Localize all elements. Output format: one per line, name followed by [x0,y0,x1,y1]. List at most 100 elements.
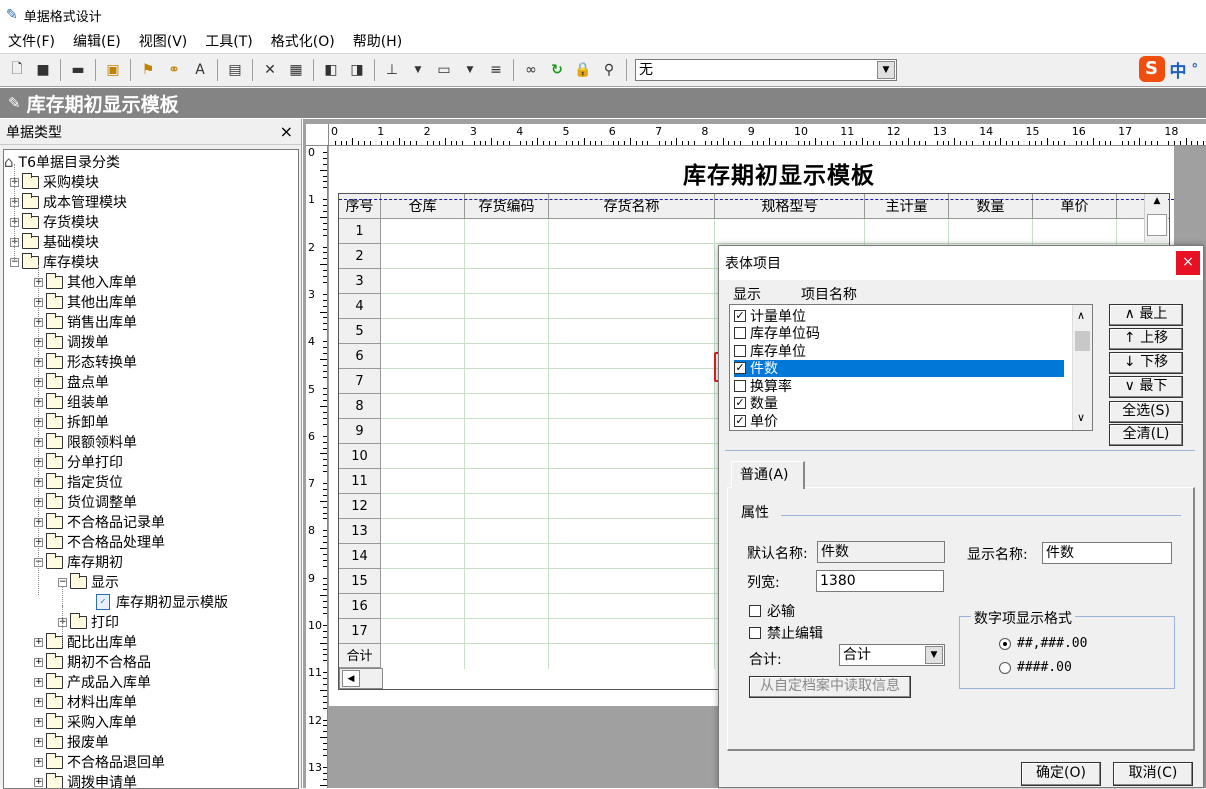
checkbox-box[interactable] [734,327,746,339]
no-edit-checkbox[interactable]: 禁止编辑 [749,623,823,643]
dropdown-icon[interactable]: ▼ [407,59,429,81]
save-icon[interactable]: ■ [32,59,54,81]
menu-format[interactable]: 格式化(O) [271,31,335,51]
radio-button[interactable] [999,661,1011,674]
move-top-button[interactable]: ∧ 最上 [1109,304,1183,326]
checkbox-box[interactable]: ✓ [734,414,746,427]
column-header[interactable]: 存货名称 [549,194,715,219]
checkbox-box[interactable]: ✓ [734,397,746,409]
chevron-down-icon[interactable]: ▼ [877,61,895,79]
dropdown2-icon[interactable]: ▼ [459,59,481,81]
sum-select[interactable]: 合计 ▼ [839,644,945,666]
align-center-icon[interactable]: ≡ [485,59,507,81]
tree-node[interactable]: + 其他入库单 [34,272,137,292]
read-from-archive-button[interactable]: 从自定档案中读取信息 [749,676,911,698]
ime-indicator[interactable]: S 中 ° [1138,56,1198,82]
tree-node[interactable]: + 存货模块 [10,212,99,232]
ok-button[interactable]: 确定(O) [1021,762,1101,786]
list-item[interactable]: 库存单位 [734,342,1064,360]
list-scrollbar[interactable]: ∧ ∨ [1072,305,1092,430]
clear-all-button[interactable]: 全清(L) [1109,424,1183,446]
column-header[interactable]: 数量 [949,194,1033,219]
lock-icon[interactable]: 🔒 [572,59,594,81]
expand-icon[interactable]: + [34,657,43,667]
font-icon[interactable]: A [189,59,211,81]
tree-node[interactable]: + 形态转换单 [34,352,137,372]
expand-icon[interactable]: + [34,777,43,787]
tree-node[interactable]: + 销售出库单 [34,312,137,332]
close-icon[interactable]: × [1176,251,1200,275]
tree-node[interactable]: + 调拨申请单 [34,772,137,788]
expand-icon[interactable]: + [34,737,43,747]
scroll-left-icon[interactable]: ◀ [342,670,360,687]
glasses-icon[interactable]: ∞ [520,59,542,81]
menu-edit[interactable]: 编辑(E) [73,31,121,51]
checkbox-box[interactable] [749,627,761,639]
align-bottom-icon[interactable]: ⊥ [381,59,403,81]
menu-tools[interactable]: 工具(T) [205,31,252,51]
copy-format-icon[interactable]: ▣ [102,59,124,81]
refresh-icon[interactable]: ↻ [546,59,568,81]
required-checkbox[interactable]: 必输 [749,601,795,621]
tree-node[interactable]: + 不合格品记录单 [34,512,165,532]
expand-icon[interactable]: + [34,677,43,687]
move-up-button[interactable]: ↑ 上移 [1109,328,1183,350]
width-field[interactable]: 1380 [816,570,944,592]
column-header[interactable]: 规格型号 [715,194,865,219]
column-header[interactable]: 仓库 [381,194,465,219]
list-item[interactable]: ✓ 计量单位 [734,307,1064,325]
tree-node[interactable]: + 限额领料单 [34,432,137,452]
radio-button[interactable] [999,637,1011,650]
checkbox-box[interactable]: ✓ [734,309,746,322]
grid-hscroll[interactable]: ◀ [339,668,383,689]
style-combo[interactable]: 无 ▼ [635,59,897,81]
column-header[interactable]: 单价 [1033,194,1117,219]
format-option-2[interactable]: ####.00 [999,660,1072,675]
tree-node[interactable]: + 报废单 [34,732,109,752]
scroll-up-icon[interactable]: ▲ [1148,196,1166,212]
expand-icon[interactable]: + [34,637,43,647]
tree-node[interactable]: + 不合格品处理单 [34,532,165,552]
close-icon[interactable]: × [280,122,293,141]
tree-node[interactable]: + 指定货位 [34,472,123,492]
send-back-icon[interactable]: ◨ [346,59,368,81]
tree-node[interactable]: + 材料出库单 [34,692,137,712]
scroll-up-icon[interactable]: ∧ [1077,309,1085,322]
comment-icon[interactable]: ▬ [67,59,89,81]
new-icon[interactable]: 🗋 [6,59,28,81]
tree-node[interactable]: + 调拨单 [34,332,109,352]
select-all-button[interactable]: 全选(S) [1109,401,1183,423]
list-item[interactable]: ✓ 数量 [734,395,1064,412]
menu-help[interactable]: 帮助(H) [353,31,402,51]
link-icon[interactable]: ⚭ [163,59,185,81]
tree-node[interactable]: + 期初不合格品 [34,652,151,672]
delete-icon[interactable]: ✕ [259,59,281,81]
scroll-thumb[interactable] [1147,214,1167,236]
tree-node[interactable]: + 盘点单 [34,372,109,392]
display-name-field[interactable]: 件数 [1042,542,1172,564]
tree-node[interactable]: + 组装单 [34,392,109,412]
tree-node[interactable]: + 采购入库单 [34,712,137,732]
column-header[interactable]: 主计量 [865,194,949,219]
tree-node[interactable]: + 不合格品退回单 [34,752,165,772]
scroll-down-icon[interactable]: ∨ [1077,411,1085,424]
table-icon[interactable]: ▦ [285,59,307,81]
tree-node[interactable]: + 其他出库单 [34,292,137,312]
expand-icon[interactable]: + [34,757,43,767]
menu-view[interactable]: 视图(V) [139,31,188,51]
tree-node[interactable]: + 产成品入库单 [34,672,151,692]
checkbox-box[interactable] [749,605,761,617]
list-item[interactable]: ✓ 件数 [734,359,1064,377]
checkbox-box[interactable]: ✓ [734,362,746,374]
checkbox-box[interactable] [734,344,746,357]
tree-node[interactable]: + 拆卸单 [34,412,109,432]
items-list[interactable]: ✓ 计量单位 库存单位码 库存单位 ✓ 件数 换算率 ✓ 数量 ✓ 单价 ∧ ∨ [729,304,1093,431]
bring-front-icon[interactable]: ◧ [320,59,342,81]
tree-node[interactable]: − 显示 [58,572,119,592]
grid-vscroll[interactable]: ▲ [1144,194,1168,242]
list-item[interactable]: ✓ 单价 [734,412,1064,430]
tree-node[interactable]: + 分单打印 [34,452,123,472]
properties-icon[interactable]: ▤ [224,59,246,81]
tree-node[interactable]: − 库存期初 [34,552,123,572]
tree-node[interactable]: + 基础模块 [10,232,99,252]
